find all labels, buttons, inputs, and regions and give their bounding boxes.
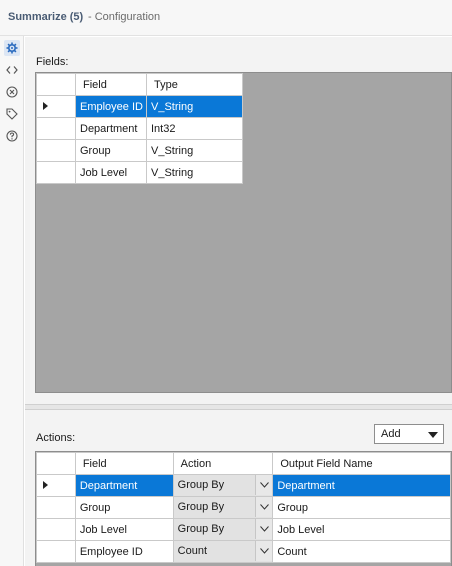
sidebar [0, 36, 24, 566]
field-name-cell[interactable]: Department [75, 117, 147, 140]
action-select[interactable]: Group By [172, 496, 274, 519]
action-field-cell[interactable]: Group [74, 496, 174, 519]
table-row[interactable]: Group Group By Group [36, 496, 451, 519]
chevron-down-icon[interactable] [255, 519, 272, 539]
table-row[interactable]: Job Level V_String [36, 161, 243, 184]
output-field-name-cell[interactable]: Department [272, 474, 451, 497]
field-type-cell[interactable]: V_String [146, 139, 243, 162]
actions-column-output[interactable]: Output Field Name [272, 452, 451, 475]
gear-icon[interactable] [4, 40, 20, 56]
add-dropdown[interactable]: Add [374, 424, 444, 444]
row-header[interactable] [36, 139, 76, 162]
action-field-cell[interactable]: Department [74, 474, 174, 497]
action-select-value: Group By [177, 479, 225, 491]
fields-label: Fields: [36, 56, 69, 68]
output-field-name-cell[interactable]: Job Level [272, 518, 451, 541]
field-name-cell[interactable]: Job Level [75, 161, 147, 184]
actions-column-field[interactable]: Field [74, 452, 174, 475]
table-row[interactable]: Group V_String [36, 139, 243, 162]
add-dropdown-label: Add [381, 428, 401, 440]
field-name-cell[interactable]: Group [75, 139, 147, 162]
code-brackets-icon[interactable] [4, 62, 20, 78]
panel-splitter[interactable] [25, 404, 452, 410]
circle-x-icon[interactable] [4, 84, 20, 100]
fields-column-field[interactable]: Field [75, 73, 147, 96]
table-row[interactable]: Job Level Group By Job Level [36, 518, 451, 541]
field-type-cell[interactable]: Int32 [146, 117, 243, 140]
actions-label: Actions: [36, 432, 76, 444]
fields-table: Field Type Employee ID V_String Departme… [36, 73, 243, 184]
actions-grid[interactable]: Field Action Output Field Name Departmen… [35, 451, 452, 566]
field-type-cell[interactable]: V_String [146, 161, 243, 184]
row-header[interactable] [36, 518, 76, 541]
row-header[interactable] [36, 496, 76, 519]
action-select[interactable]: Group By [172, 474, 274, 497]
chevron-down-icon[interactable] [255, 497, 272, 517]
table-row[interactable]: Employee ID V_String [36, 95, 243, 118]
window-title: Summarize (5) [8, 11, 84, 23]
action-select-value: Group By [177, 501, 225, 513]
tag-icon[interactable] [4, 106, 20, 122]
actions-column-action[interactable]: Action [172, 452, 274, 475]
table-row[interactable]: Department Int32 [36, 117, 243, 140]
field-type-cell[interactable]: V_String [146, 95, 243, 118]
row-header[interactable] [36, 117, 76, 140]
row-header[interactable] [36, 474, 76, 497]
table-row[interactable]: Employee ID Count Count [36, 540, 451, 563]
action-select-value: Group By [177, 523, 225, 535]
fields-column-type[interactable]: Type [146, 73, 243, 96]
row-header[interactable] [36, 95, 76, 118]
action-field-cell[interactable]: Employee ID [74, 540, 174, 563]
window-subtitle: - Configuration [88, 11, 161, 23]
output-field-name-cell[interactable]: Count [272, 540, 451, 563]
output-field-name-cell[interactable]: Group [272, 496, 451, 519]
action-select[interactable]: Count [172, 540, 274, 563]
chevron-down-icon[interactable] [255, 475, 272, 495]
action-field-cell[interactable]: Job Level [74, 518, 174, 541]
fields-row-header-corner [36, 73, 76, 96]
chevron-down-icon[interactable] [255, 541, 272, 561]
question-circle-icon[interactable] [4, 128, 20, 144]
row-header[interactable] [36, 540, 76, 563]
current-row-marker-icon [43, 102, 48, 110]
title-bar: Summarize (5) - Configuration [0, 0, 452, 36]
row-header[interactable] [36, 161, 76, 184]
action-select-value: Count [177, 545, 208, 557]
dropdown-arrow-icon [428, 432, 438, 438]
field-name-cell[interactable]: Employee ID [75, 95, 147, 118]
table-row[interactable]: Department Group By Department [36, 474, 451, 497]
current-row-marker-icon [43, 481, 48, 489]
actions-row-header-corner [36, 452, 76, 475]
fields-grid[interactable]: Field Type Employee ID V_String Departme… [35, 72, 452, 393]
action-select[interactable]: Group By [172, 518, 274, 541]
actions-table: Field Action Output Field Name Departmen… [36, 452, 451, 563]
